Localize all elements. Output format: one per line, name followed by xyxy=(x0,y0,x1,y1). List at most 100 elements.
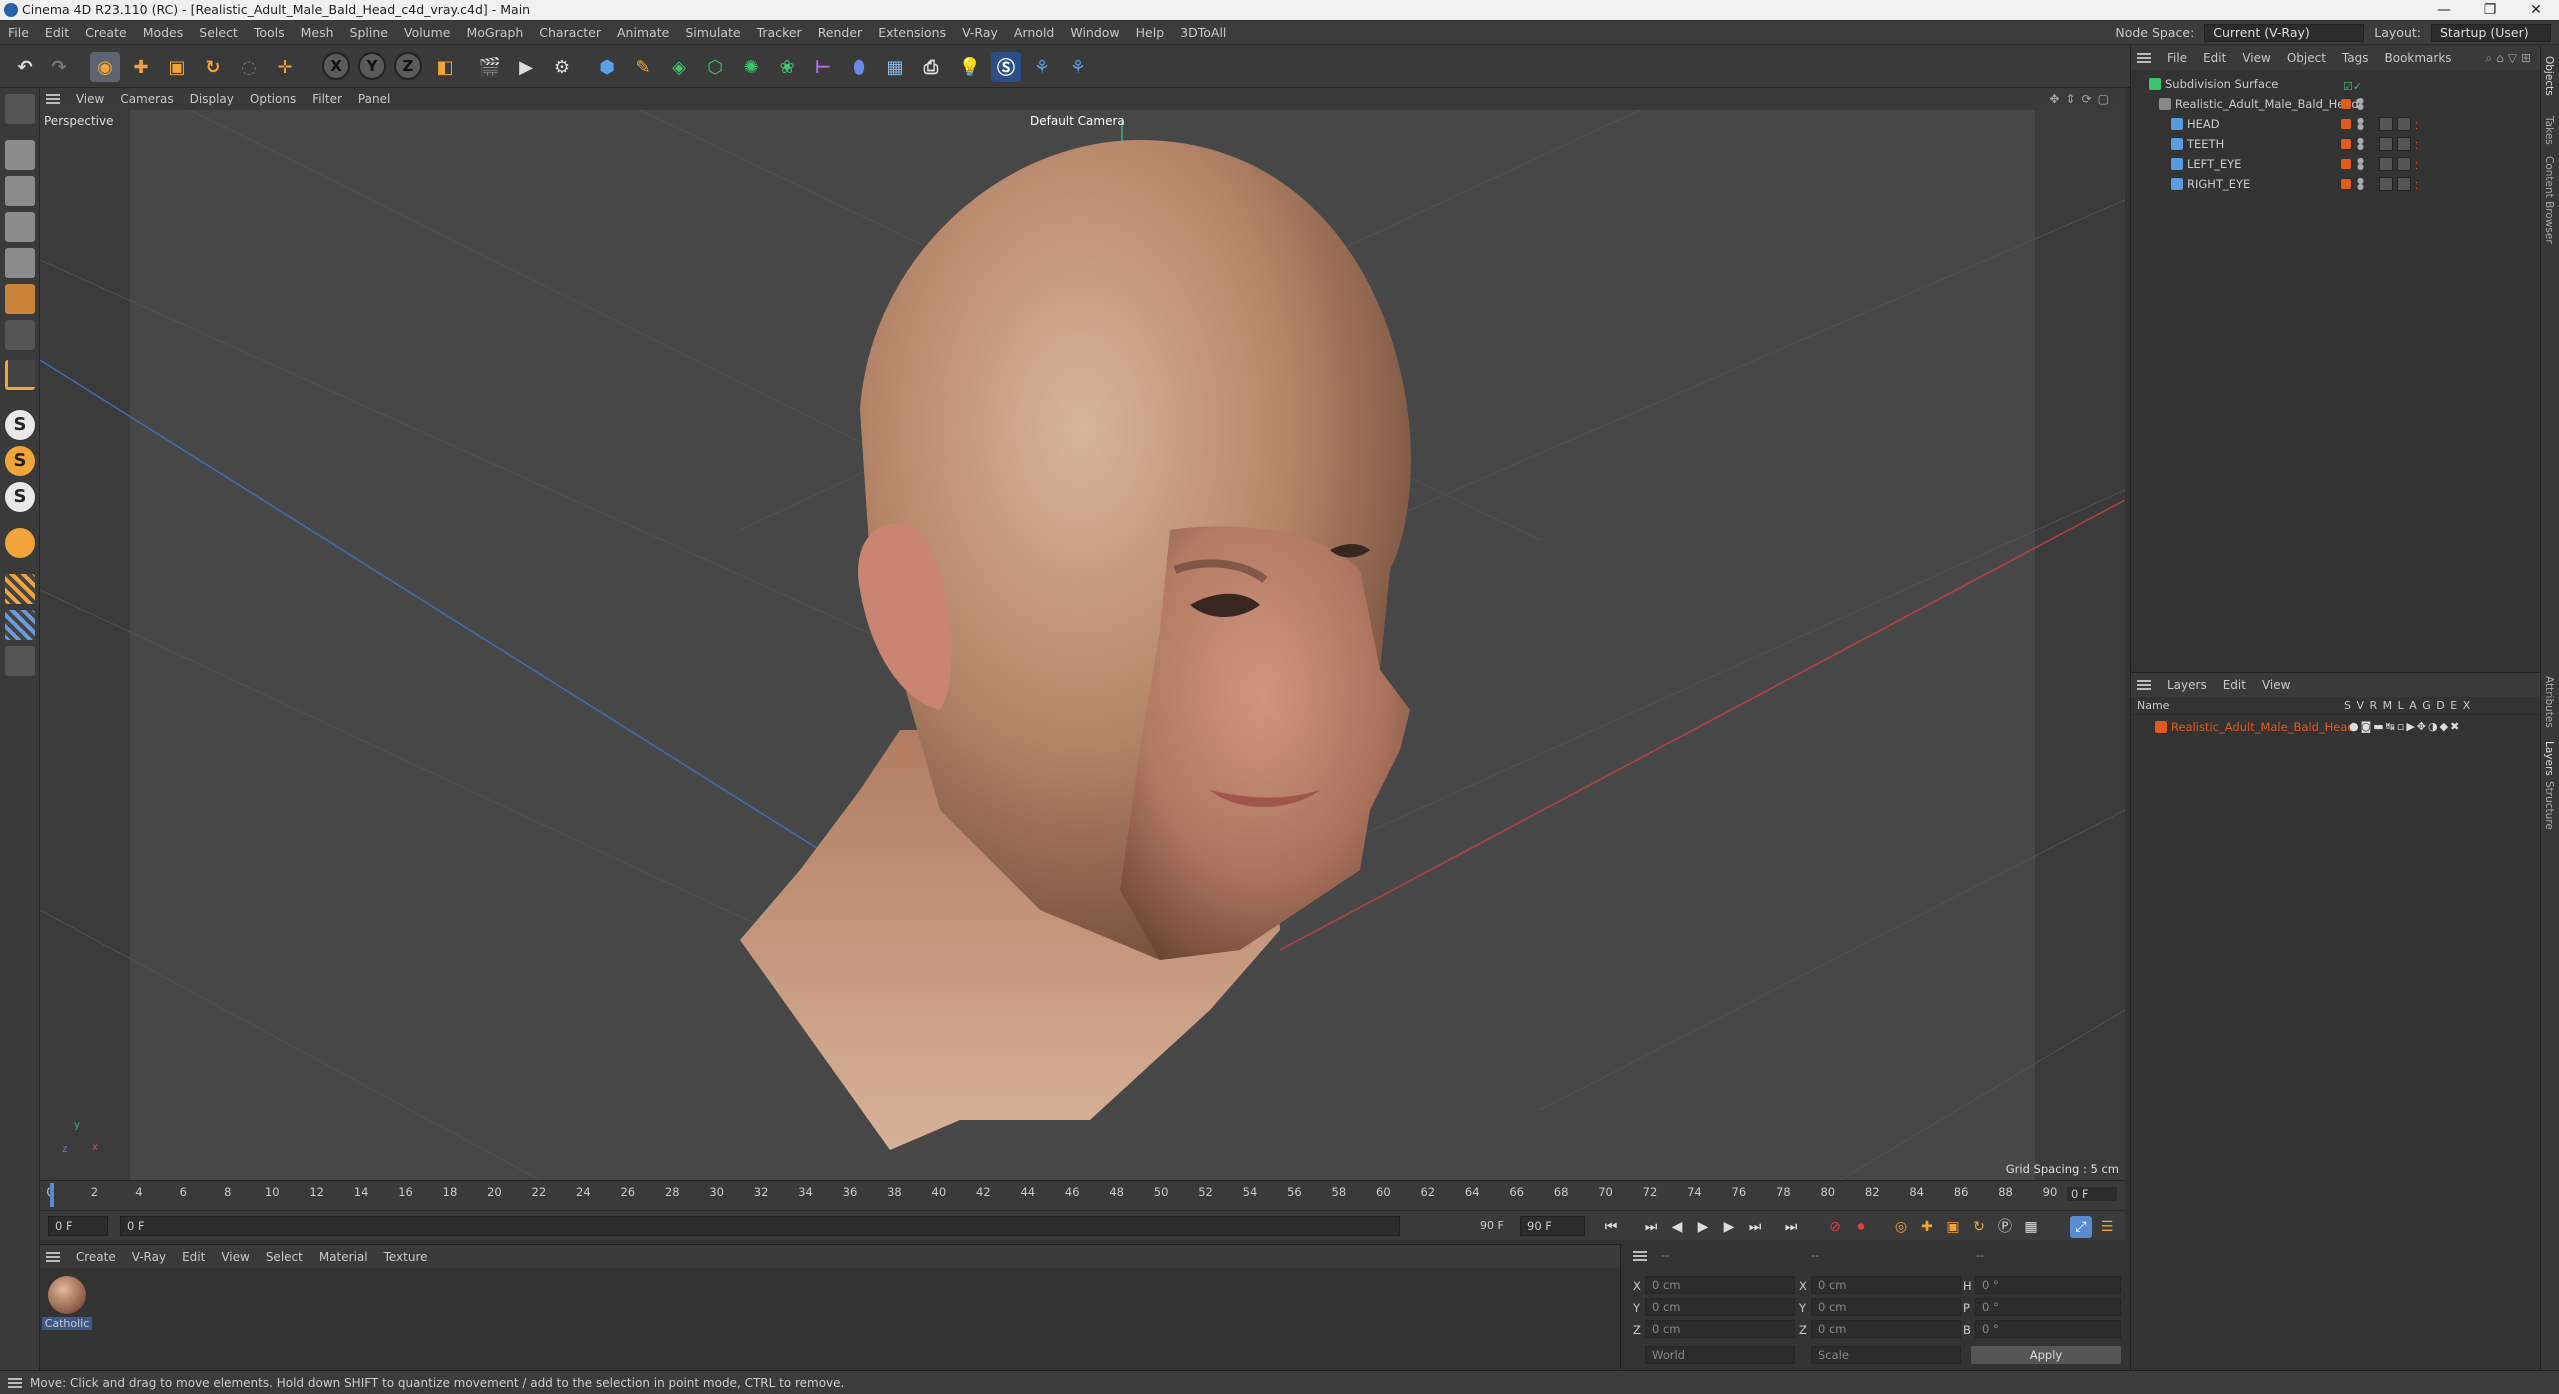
material-menu-icon[interactable] xyxy=(46,1252,60,1262)
uvw-tag-icon[interactable] xyxy=(2397,137,2411,151)
autokey-icon[interactable]: ⏺ xyxy=(1850,1216,1872,1238)
go-to-start-icon[interactable]: ⏮ xyxy=(1600,1216,1622,1238)
viewport-menu-view[interactable]: View xyxy=(68,88,112,110)
maximize-button[interactable]: ❐ xyxy=(2467,0,2513,20)
object-row-head-group[interactable]: Realistic_Adult_Male_Bald_Head ● ● xyxy=(2131,94,2541,114)
field-icon[interactable]: ⬮ xyxy=(844,52,874,82)
uvw-tag-icon[interactable] xyxy=(2397,157,2411,171)
coord-mode-dropdown[interactable]: World xyxy=(1645,1346,1795,1364)
object-row-head[interactable]: HEAD ● ● ⁚ xyxy=(2131,114,2541,134)
object-menu-bookmarks[interactable]: Bookmarks xyxy=(2377,46,2460,70)
layer-tag[interactable] xyxy=(2341,119,2351,129)
visibility-dots[interactable]: ● ● xyxy=(2357,177,2364,191)
object-row-teeth[interactable]: TEETH ● ● ⁚ xyxy=(2131,134,2541,154)
live-selection-icon[interactable]: ◌ xyxy=(234,52,264,82)
scale-tool-icon[interactable]: ▣ xyxy=(162,52,192,82)
axis-z-button[interactable]: Z xyxy=(394,52,422,80)
playhead[interactable] xyxy=(50,1183,54,1207)
menu-extensions[interactable]: Extensions xyxy=(870,21,954,45)
rotation-b-field[interactable]: 0 ° xyxy=(1975,1320,2121,1338)
material-menu-create[interactable]: Create xyxy=(68,1245,124,1269)
layer-row[interactable]: Realistic_Adult_Male_Bald_Head ●◙▬↹▫▶✥◑◆… xyxy=(2131,717,2541,737)
make-editable-icon[interactable] xyxy=(5,94,35,124)
go-to-end-icon[interactable]: ⏭ xyxy=(1780,1216,1802,1238)
menu-mograph[interactable]: MoGraph xyxy=(458,21,531,45)
axis-x-button[interactable]: X xyxy=(322,52,350,80)
model-mode-icon[interactable] xyxy=(5,140,35,170)
material-menu-view[interactable]: View xyxy=(213,1245,257,1269)
render-region-icon[interactable]: 🎬 xyxy=(475,52,505,82)
visibility-dots[interactable]: ● ● xyxy=(2357,157,2364,171)
camera-icon[interactable]: ⎙ xyxy=(916,52,946,82)
undo-icon[interactable]: ↶ xyxy=(10,52,40,82)
layer-tag[interactable] xyxy=(2341,159,2351,169)
menu-create[interactable]: Create xyxy=(77,21,135,45)
visibility-dots[interactable]: ● ● xyxy=(2357,137,2364,151)
object-search-icon[interactable]: ⌕⌂▽⊞ xyxy=(2485,46,2535,70)
key-pla-icon[interactable]: ▦ xyxy=(2020,1216,2042,1238)
uvw-tag-icon[interactable] xyxy=(2397,177,2411,191)
camera-label[interactable]: Default Camera xyxy=(1030,114,1125,128)
material-tag-icon[interactable] xyxy=(2379,157,2393,171)
key-parameter-icon[interactable]: Ⓟ xyxy=(1994,1216,2016,1238)
key-scale-icon[interactable]: ▣ xyxy=(1942,1216,1964,1238)
next-frame-icon[interactable]: ▶ xyxy=(1718,1216,1740,1238)
light-icon[interactable]: 💡 xyxy=(955,52,985,82)
material-tag-icon[interactable] xyxy=(2379,177,2393,191)
object-menu-icon[interactable] xyxy=(2137,53,2151,63)
menu-modes[interactable]: Modes xyxy=(135,21,192,45)
timeline-ruler[interactable]: 0246810121416182022242628303234363840424… xyxy=(40,1180,2125,1210)
close-button[interactable]: ✕ xyxy=(2513,0,2559,20)
snap-settings-icon[interactable]: S xyxy=(5,446,35,476)
tab-attributes[interactable]: Attributes xyxy=(2543,676,2555,728)
object-menu-tags[interactable]: Tags xyxy=(2334,46,2377,70)
timeline-layout-icon[interactable]: ☰ xyxy=(2096,1216,2118,1238)
redo-icon[interactable]: ↷ xyxy=(44,52,74,82)
snap-icon[interactable]: S xyxy=(5,410,35,440)
layer-menu-view[interactable]: View xyxy=(2254,673,2298,697)
tab-objects[interactable]: Objects xyxy=(2543,56,2555,96)
select-tool-icon[interactable]: ◉ xyxy=(90,52,120,82)
menu-character[interactable]: Character xyxy=(531,21,609,45)
menu-window[interactable]: Window xyxy=(1062,21,1127,45)
menu-mesh[interactable]: Mesh xyxy=(293,21,342,45)
keyframe-icon[interactable]: ◎ xyxy=(1890,1216,1912,1238)
size-y-field[interactable]: 0 cm xyxy=(1811,1298,1961,1316)
tab-takes[interactable]: Takes xyxy=(2543,116,2555,145)
points-mode-icon[interactable] xyxy=(5,212,35,242)
menu-volume[interactable]: Volume xyxy=(396,21,459,45)
object-menu-file[interactable]: File xyxy=(2159,46,2195,70)
lock-workplane-icon[interactable] xyxy=(5,646,35,676)
viewport-menu-filter[interactable]: Filter xyxy=(304,88,350,110)
menu-spline[interactable]: Spline xyxy=(342,21,396,45)
layer-flag-icons[interactable]: ●◙▬↹▫▶✥◑◆✖ xyxy=(2349,717,2461,737)
current-frame-field[interactable]: 0 F xyxy=(2067,1187,2117,1201)
range-start-field[interactable]: 0 F xyxy=(120,1216,1400,1236)
size-z-field[interactable]: 0 cm xyxy=(1811,1320,1961,1338)
render-settings-icon[interactable]: ⚙ xyxy=(547,52,577,82)
viewport-menu-options[interactable]: Options xyxy=(242,88,304,110)
uvw-tag-icon[interactable] xyxy=(2397,117,2411,131)
vray-icon[interactable]: Ⓢ xyxy=(991,52,1021,82)
texture-mode-icon[interactable] xyxy=(5,176,35,206)
visibility-dots[interactable]: ● ● xyxy=(2357,117,2364,131)
menu-help[interactable]: Help xyxy=(1128,21,1173,45)
object-row-left-eye[interactable]: LEFT_EYE ● ● ⁚ xyxy=(2131,154,2541,174)
tab-structure[interactable]: Structure xyxy=(2543,781,2555,830)
cube-icon[interactable]: ⬢ xyxy=(592,52,622,82)
uv-mode-icon[interactable] xyxy=(5,320,35,350)
layer-menu-layers[interactable]: Layers xyxy=(2159,673,2215,697)
material-menu-edit[interactable]: Edit xyxy=(174,1245,213,1269)
menu-select[interactable]: Select xyxy=(191,21,246,45)
start-frame-field[interactable]: 0 F xyxy=(48,1216,108,1236)
apply-button[interactable]: Apply xyxy=(1971,1346,2121,1364)
pen-icon[interactable]: ✎ xyxy=(628,52,658,82)
phong-tag-icon[interactable]: ⁚ xyxy=(2415,177,2418,197)
material-menu-vray[interactable]: V-Ray xyxy=(124,1245,174,1269)
cloner-icon[interactable]: ❀ xyxy=(772,52,802,82)
layer-tag[interactable] xyxy=(2341,179,2351,189)
viewport-menu-cameras[interactable]: Cameras xyxy=(112,88,181,110)
floor-icon[interactable]: ▦ xyxy=(880,52,910,82)
viewport-menu-icon[interactable] xyxy=(46,94,60,104)
end-frame-field[interactable]: 90 F xyxy=(1520,1216,1585,1236)
